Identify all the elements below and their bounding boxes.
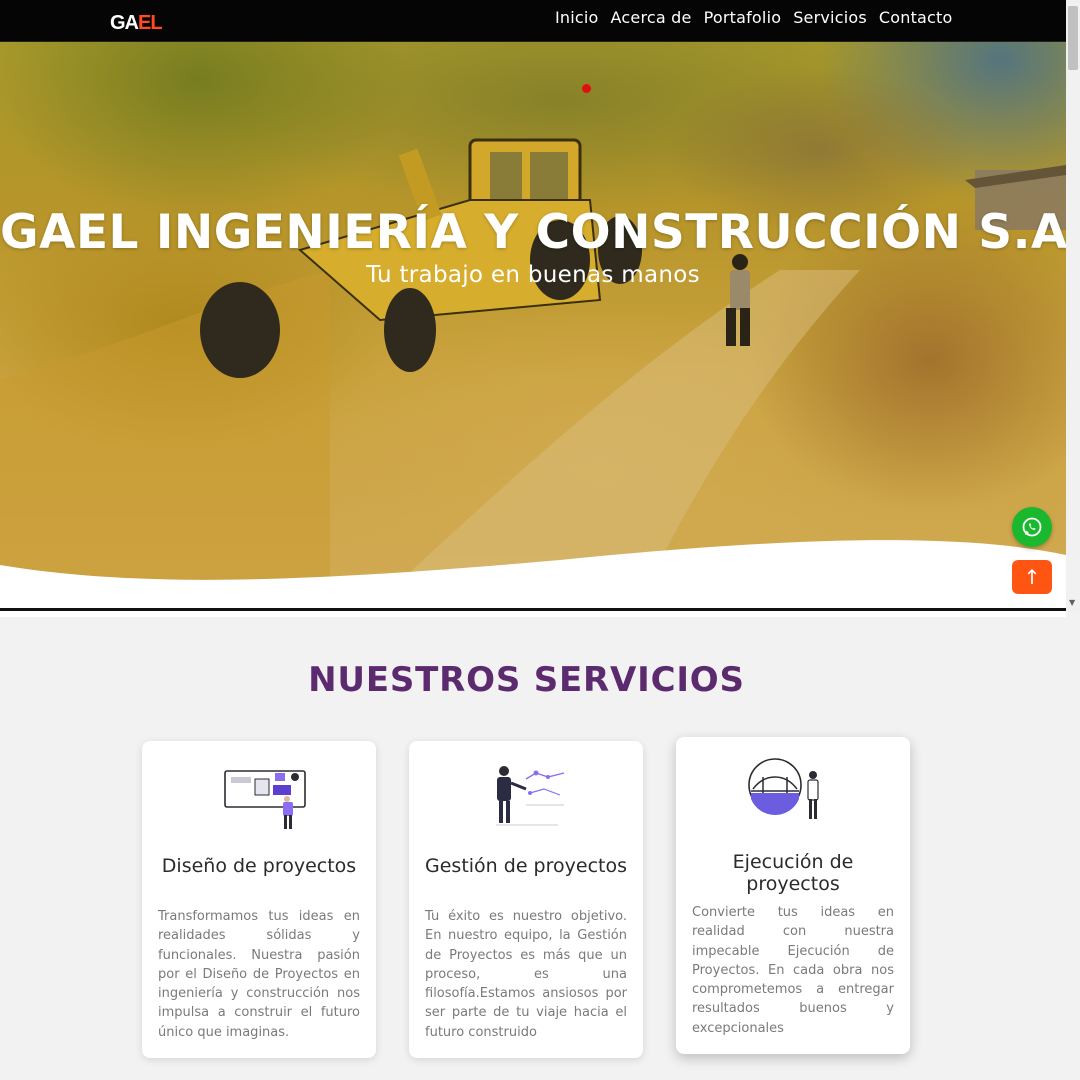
service-card-diseno: Diseño de proyectos Transformamos tus id… <box>142 741 376 1058</box>
design-illustration-icon <box>224 770 306 829</box>
service-card-gestion: Gestión de proyectos Tu éxito es nuestro… <box>409 741 643 1058</box>
scroll-down-arrow-icon[interactable]: ▼ <box>1069 598 1075 607</box>
nav-link-portafolio[interactable]: Portafolio <box>704 8 782 27</box>
service-card-text: Convierte tus ideas en realidad con nues… <box>692 905 894 1036</box>
gael-logo[interactable]: GAEL <box>110 12 163 35</box>
logo-text-ga: GA <box>110 12 139 34</box>
nav-link-servicios[interactable]: Servicios <box>793 8 867 27</box>
whatsapp-button[interactable] <box>1012 507 1052 547</box>
nav-links: Inicio Acerca de Portafolio Servicios Co… <box>555 8 953 27</box>
logo-text-el: EL <box>138 12 163 34</box>
section-gap <box>0 611 1066 617</box>
service-card-text: Transformamos tus ideas en realidades só… <box>158 909 360 1040</box>
service-card-title: Ejecución de proyectos <box>732 851 854 895</box>
scrollbar-thumb[interactable] <box>1068 6 1078 70</box>
nav-link-inicio[interactable]: Inicio <box>555 8 599 27</box>
back-to-top-button[interactable]: ↑ <box>1012 560 1052 594</box>
nav-link-acerca-de[interactable]: Acerca de <box>611 8 692 27</box>
services-heading: NUESTROS SERVICIOS <box>308 660 745 700</box>
nav-link-contacto[interactable]: Contacto <box>879 8 953 27</box>
management-illustration-icon <box>496 766 565 826</box>
top-navbar: GAEL Inicio Acerca de Portafolio Servici… <box>0 0 1066 42</box>
vertical-scrollbar[interactable] <box>1066 0 1080 614</box>
service-card-text: Tu éxito es nuestro objetivo. En nuestro… <box>425 909 627 1040</box>
hero-banner: GAEL INGENIERÍA Y CONSTRUCCIÓN S.A.C Tu … <box>0 0 1066 612</box>
arrow-up-icon: ↑ <box>1023 565 1041 589</box>
execution-bridge-illustration-icon <box>748 758 819 819</box>
hero-wave-divider <box>0 540 1066 612</box>
service-card-title: Gestión de proyectos <box>425 855 627 877</box>
service-card-title: Diseño de proyectos <box>161 855 357 877</box>
service-card-ejecucion: Ejecución de proyectos Convierte tus ide… <box>676 737 910 1054</box>
whatsapp-icon <box>1022 517 1042 537</box>
